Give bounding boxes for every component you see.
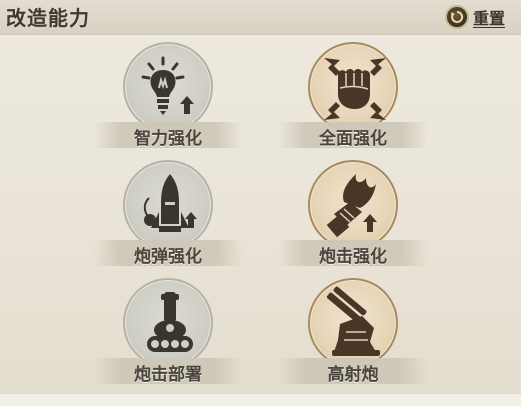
- ability-panel: 改造能力 重置 智力强化 全面强化 炮弹强化 炮击强化 炮击部署 高射炮: [0, 0, 521, 406]
- skill-anti-air-gun[interactable]: 高射炮: [278, 278, 428, 390]
- lightbulb-upgrade-icon: [141, 56, 194, 115]
- fire-fist-upgrade-icon: [326, 174, 377, 238]
- fist-arrows-icon: [324, 58, 386, 120]
- skill-disc: [308, 42, 398, 132]
- reset-button[interactable]: 重置: [445, 4, 517, 30]
- skill-label: 全面强化: [319, 129, 387, 149]
- skill-label: 炮击强化: [319, 247, 387, 267]
- skill-bombard-deploy[interactable]: 炮击部署: [93, 278, 243, 390]
- skill-shell-upgrade[interactable]: 炮弹强化: [93, 160, 243, 272]
- cannon-deploy-icon: [147, 292, 193, 352]
- skill-disc: [123, 160, 213, 250]
- skill-disc: [123, 278, 213, 368]
- skill-disc: [123, 42, 213, 132]
- panel-header: 改造能力 重置: [0, 0, 521, 35]
- reset-icon: [445, 5, 469, 29]
- panel-footer: [0, 393, 521, 406]
- skill-disc: [308, 278, 398, 368]
- anti-air-gun-icon: [326, 286, 380, 356]
- skill-disc: [308, 160, 398, 250]
- reset-label: 重置: [473, 9, 506, 28]
- skill-full-upgrade[interactable]: 全面强化: [278, 42, 428, 154]
- skill-label: 炮弹强化: [134, 247, 202, 267]
- skill-intelligence-upgrade[interactable]: 智力强化: [93, 42, 243, 154]
- skill-label: 智力强化: [134, 129, 202, 149]
- skill-label: 炮击部署: [134, 365, 202, 385]
- skill-label: 高射炮: [327, 365, 379, 385]
- skill-bombard-upgrade[interactable]: 炮击强化: [278, 160, 428, 272]
- panel-title: 改造能力: [6, 6, 90, 30]
- shell-upgrade-icon: [143, 174, 197, 232]
